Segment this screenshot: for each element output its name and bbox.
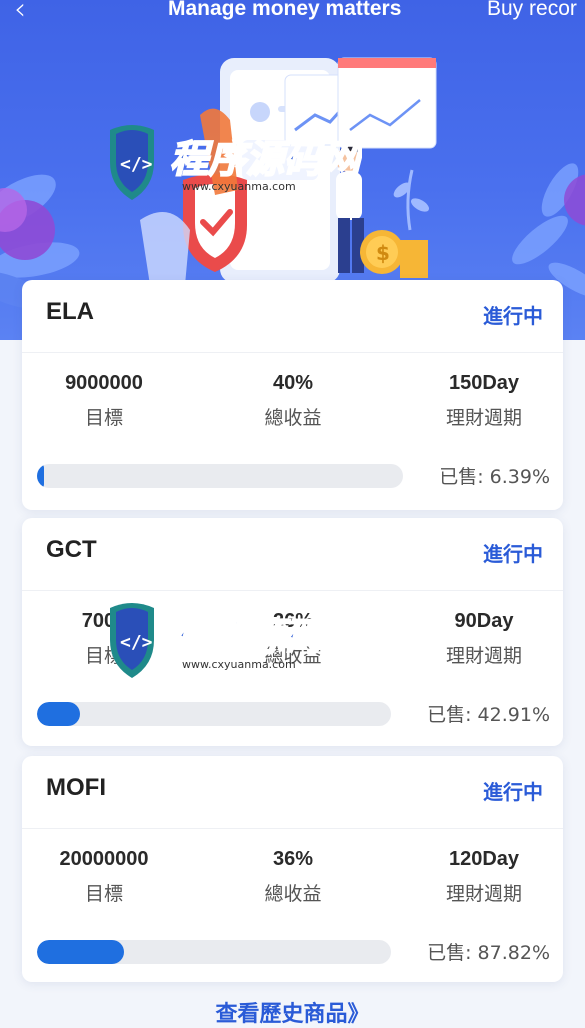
buy-records-link[interactable]: Buy recor xyxy=(487,0,577,21)
sold-label: 已售: xyxy=(427,704,472,726)
yield-value: 26% xyxy=(272,610,314,632)
target-stat: 9000000 目標 xyxy=(14,372,194,430)
yield-value: 40% xyxy=(272,372,314,394)
yield-label: 總收益 xyxy=(264,407,322,429)
sold-text: 已售: 42.91% xyxy=(427,700,550,727)
view-history-link[interactable]: 查看歷史商品》 xyxy=(0,996,585,1028)
product-card-gct[interactable]: GCT 進行中 7000 目標 26% 總收益 90Day 理財週期 已售: 4… xyxy=(22,518,563,746)
progress-bar xyxy=(37,464,403,488)
progress-fill xyxy=(37,940,125,964)
sold-value: 42.91% xyxy=(477,704,550,726)
product-name: MOFI xyxy=(46,774,106,801)
target-value: 9000000 xyxy=(65,372,143,394)
yield-stat: 36% 總收益 xyxy=(203,848,383,906)
yield-stat: 40% 總收益 xyxy=(203,372,383,430)
yield-stat: 26% 總收益 xyxy=(203,610,383,668)
status-badge: 進行中 xyxy=(483,304,543,328)
target-label: 目標 xyxy=(84,645,123,667)
yield-value: 36% xyxy=(272,848,314,870)
target-label: 目標 xyxy=(84,407,123,429)
period-label: 理財週期 xyxy=(445,645,522,667)
period-value: 150Day xyxy=(448,372,520,394)
period-stat: 90Day 理財週期 xyxy=(394,610,574,668)
sold-text: 已售: 87.82% xyxy=(427,938,550,965)
progress-bar xyxy=(37,702,391,726)
product-card-ela[interactable]: ELA 進行中 9000000 目標 40% 總收益 150Day 理財週期 已… xyxy=(22,280,563,510)
yield-label: 總收益 xyxy=(264,883,322,905)
svg-text:$: $ xyxy=(376,241,390,265)
sold-label: 已售: xyxy=(427,942,472,964)
product-card-mofi[interactable]: MOFI 進行中 20000000 目標 36% 總收益 120Day 理財週期… xyxy=(22,756,563,982)
period-stat: 150Day 理財週期 xyxy=(394,372,574,430)
back-button[interactable]: ‹ xyxy=(14,0,26,26)
status-badge: 進行中 xyxy=(483,542,543,566)
progress-bar xyxy=(37,940,391,964)
top-header: ‹ Manage money matters Buy recor xyxy=(0,0,585,30)
sold-text: 已售: 6.39% xyxy=(439,462,550,489)
target-value: 7000 xyxy=(81,610,127,632)
target-stat: 20000000 目標 xyxy=(14,848,194,906)
product-name: ELA xyxy=(46,298,94,325)
card-header: ELA 進行中 xyxy=(22,280,563,353)
target-label: 目標 xyxy=(84,883,123,905)
status-badge: 進行中 xyxy=(483,780,543,804)
target-stat: 7000 目標 xyxy=(14,610,194,668)
period-label: 理財週期 xyxy=(445,883,522,905)
period-value: 120Day xyxy=(448,848,520,870)
sold-value: 6.39% xyxy=(489,466,550,488)
target-value: 20000000 xyxy=(59,848,149,870)
progress-fill xyxy=(37,702,80,726)
period-value: 90Day xyxy=(454,610,514,632)
yield-label: 總收益 xyxy=(264,645,322,667)
coin-icon: $ xyxy=(360,230,404,274)
person-icon xyxy=(336,144,364,273)
progress-fill xyxy=(37,464,44,488)
card-header: MOFI 進行中 xyxy=(22,756,563,829)
period-stat: 120Day 理財週期 xyxy=(394,848,574,906)
period-label: 理財週期 xyxy=(445,407,522,429)
sold-label: 已售: xyxy=(439,466,484,488)
sold-value: 87.82% xyxy=(477,942,550,964)
card-header: GCT 進行中 xyxy=(22,518,563,591)
page-title: Manage money matters xyxy=(168,0,402,20)
product-name: GCT xyxy=(46,536,97,563)
